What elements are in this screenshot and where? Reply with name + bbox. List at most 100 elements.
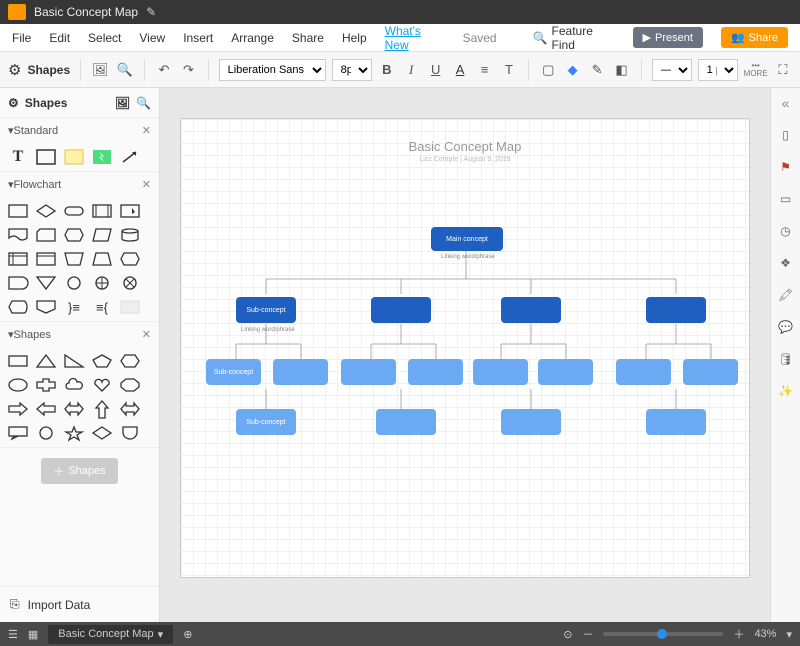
close-icon[interactable]: ✕ <box>142 328 151 341</box>
gear-icon[interactable]: ⚙ <box>8 61 21 79</box>
zoom-level[interactable]: 43% <box>754 628 776 640</box>
fc-subhead[interactable] <box>34 249 58 269</box>
zoom-fit-icon[interactable]: ⊙ <box>563 628 572 641</box>
sh-octagon[interactable] <box>118 375 142 395</box>
grid-view-icon[interactable]: ▦ <box>28 628 38 641</box>
clock-icon[interactable]: ◷ <box>777 222 795 240</box>
add-page-button[interactable]: ⊕ <box>183 628 192 641</box>
sh-arrow-u[interactable] <box>90 399 114 419</box>
sh-callout[interactable] <box>6 423 30 443</box>
fc-internal[interactable] <box>6 249 30 269</box>
size-select[interactable]: 8pt <box>332 59 372 81</box>
node-l3g[interactable] <box>616 359 671 385</box>
redo-icon[interactable]: ↷ <box>179 60 197 80</box>
menu-select[interactable]: Select <box>88 31 121 45</box>
image-icon[interactable]: 🖼 <box>115 96 130 110</box>
align-icon[interactable]: ≡ <box>475 60 493 80</box>
fc-diamond[interactable] <box>34 201 58 221</box>
close-icon[interactable]: ✕ <box>142 178 151 191</box>
folder-icon[interactable] <box>8 4 26 20</box>
screen-icon[interactable]: ▭ <box>777 190 795 208</box>
fc-rect[interactable] <box>6 201 30 221</box>
fc-brace2[interactable]: ≡{ <box>90 297 114 317</box>
feature-find[interactable]: 🔍 Feature Find <box>533 24 615 52</box>
close-icon[interactable]: ✕ <box>142 124 151 137</box>
sh-arrow-lr[interactable] <box>62 399 86 419</box>
fc-circle[interactable] <box>62 273 86 293</box>
fc-or[interactable] <box>118 273 142 293</box>
rename-icon[interactable]: ✎ <box>146 5 156 19</box>
fc-doc[interactable] <box>6 225 30 245</box>
menu-share[interactable]: Share <box>292 31 324 45</box>
sh-rect[interactable] <box>6 351 30 371</box>
sh-star[interactable] <box>62 423 86 443</box>
fc-terminator[interactable] <box>62 201 86 221</box>
sparkle-icon[interactable]: ✨ <box>777 382 795 400</box>
node-sub3[interactable] <box>501 297 561 323</box>
fill-color-icon[interactable]: ◆ <box>563 60 581 80</box>
list-view-icon[interactable]: ☰ <box>8 628 18 641</box>
text-shape[interactable]: T <box>6 147 30 167</box>
menu-arrange[interactable]: Arrange <box>231 31 274 45</box>
zoom-in-button[interactable]: ＋ <box>733 626 744 642</box>
shape-style-icon[interactable]: ◧ <box>612 60 630 80</box>
node-sub4[interactable] <box>646 297 706 323</box>
node-sub2[interactable] <box>371 297 431 323</box>
node-l3e[interactable] <box>473 359 528 385</box>
node-l3a[interactable]: Sub-concept <box>206 359 261 385</box>
add-shapes-button[interactable]: ＋ Shapes <box>41 458 117 484</box>
fc-trapezoid[interactable] <box>90 249 114 269</box>
sh-arrow-l[interactable] <box>34 399 58 419</box>
menu-file[interactable]: File <box>12 31 31 45</box>
sh-cross[interactable] <box>34 375 58 395</box>
sh-cloud[interactable] <box>62 375 86 395</box>
sh-heart[interactable] <box>90 375 114 395</box>
node-l3d[interactable] <box>408 359 463 385</box>
italic-icon[interactable]: I <box>402 60 420 80</box>
page-icon[interactable]: ▯ <box>777 126 795 144</box>
canvas-page[interactable]: Basic Concept Map Lizz Compte | August 9… <box>180 118 750 578</box>
collapse-icon[interactable]: « <box>777 94 795 112</box>
underline-icon[interactable]: U <box>426 60 444 80</box>
ink-icon[interactable]: 🖍 <box>777 286 795 304</box>
undo-icon[interactable]: ↶ <box>155 60 173 80</box>
node-sub1[interactable]: Sub-concept <box>236 297 296 323</box>
menu-insert[interactable]: Insert <box>183 31 213 45</box>
fc-delay[interactable] <box>6 273 30 293</box>
fc-merge[interactable] <box>34 273 58 293</box>
sh-rtriangle[interactable] <box>62 351 86 371</box>
line-style-select[interactable]: — <box>652 59 692 81</box>
sh-diamond[interactable] <box>90 423 114 443</box>
rect-shape[interactable] <box>34 147 58 167</box>
sh-shield[interactable] <box>118 423 142 443</box>
node-l3h[interactable] <box>683 359 738 385</box>
fc-offpage[interactable] <box>34 297 58 317</box>
fc-brace[interactable]: }≡ <box>62 297 86 317</box>
fc-hex[interactable] <box>62 225 86 245</box>
search-icon[interactable]: 🔍 <box>136 96 151 110</box>
sh-triangle[interactable] <box>34 351 58 371</box>
node-main[interactable]: Main concept <box>431 227 503 251</box>
sh-arrow-lr2[interactable] <box>118 399 142 419</box>
menu-view[interactable]: View <box>139 31 165 45</box>
import-data-button[interactable]: ⎘ Import Data <box>0 586 159 622</box>
db-icon[interactable]: 🛢 <box>777 350 795 368</box>
more-button[interactable]: •••MORE <box>744 62 768 78</box>
sh-hexagon[interactable] <box>118 351 142 371</box>
node-l3c[interactable] <box>341 359 396 385</box>
fc-manual[interactable] <box>62 249 86 269</box>
fc-blank[interactable] <box>118 297 142 317</box>
image-icon[interactable]: 🖼 <box>91 60 109 80</box>
sh-arrow-r[interactable] <box>6 399 30 419</box>
gear-icon[interactable]: ⚙ <box>8 96 19 110</box>
sh-pentagon[interactable] <box>90 351 114 371</box>
zoom-out-button[interactable]: － <box>582 626 593 642</box>
menu-edit[interactable]: Edit <box>49 31 70 45</box>
node-l4a[interactable]: Sub-concept <box>236 409 296 435</box>
sh-ellipse[interactable] <box>6 375 30 395</box>
text-color-icon[interactable]: A <box>451 60 469 80</box>
chat-icon[interactable]: 💬 <box>777 318 795 336</box>
line-icon[interactable]: ✎ <box>588 60 606 80</box>
fc-card[interactable] <box>34 225 58 245</box>
line-width-select[interactable]: 1 px <box>698 59 738 81</box>
